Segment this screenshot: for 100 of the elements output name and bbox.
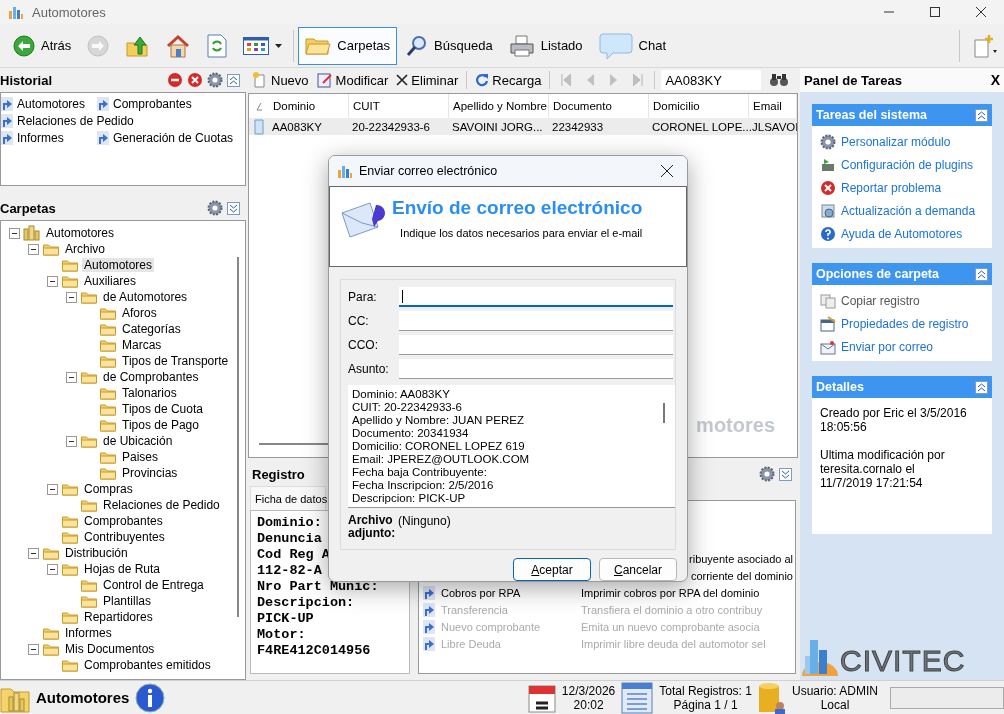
toolbar-button[interactable]: Atrás bbox=[6, 26, 79, 65]
history-link[interactable]: Informes bbox=[1, 130, 97, 146]
folder-icon bbox=[80, 370, 98, 384]
attachment-label: Archivo adjunto: bbox=[348, 514, 392, 540]
tree-item[interactable]: Auxiliares bbox=[82, 274, 139, 288]
tree-item[interactable]: Provincias bbox=[120, 466, 180, 480]
toolbar-button[interactable]: Listado bbox=[501, 26, 590, 65]
folder-icon bbox=[99, 402, 117, 416]
toolbar-button[interactable]: Modificar bbox=[314, 72, 391, 88]
dialog-button[interactable]: Cancelar bbox=[599, 558, 677, 581]
refresh-document-icon bbox=[207, 33, 228, 58]
module-name: Automotores bbox=[36, 689, 130, 706]
search-icon bbox=[406, 34, 429, 57]
status-time: 20:02 bbox=[573, 697, 604, 712]
tree-item[interactable]: Archivo bbox=[63, 242, 107, 256]
tree-item[interactable]: Repartidores bbox=[82, 610, 155, 624]
tree-item[interactable]: Talonarios bbox=[120, 386, 179, 400]
shortcut-arrow-icon bbox=[1, 114, 13, 128]
folder-icon bbox=[61, 514, 79, 528]
details-text: Ultima modificación por teresita.cornalo el 11/7/2019 17:21:54 bbox=[820, 448, 946, 490]
tree-item[interactable]: Plantillas bbox=[101, 594, 154, 608]
toolbar-button[interactable]: Búsqueda bbox=[399, 26, 500, 65]
tree-item[interactable]: Hojas de Ruta bbox=[82, 562, 163, 576]
input-field[interactable] bbox=[399, 287, 673, 307]
close-panel-button[interactable]: X bbox=[990, 72, 1000, 88]
search-field[interactable]: AA083KY bbox=[661, 70, 762, 90]
task-link[interactable]: Ayuda de Automotores bbox=[820, 226, 984, 242]
input-field[interactable] bbox=[399, 311, 673, 331]
section-title: Tareas del sistema bbox=[816, 108, 927, 122]
tree-item[interactable]: Paises bbox=[120, 450, 161, 464]
last-icon bbox=[633, 74, 644, 86]
logo-text: CIVITEC bbox=[840, 646, 966, 676]
history-link[interactable]: Comprobantes bbox=[97, 96, 237, 112]
tree-item[interactable]: Compras bbox=[82, 482, 135, 496]
folder-icon bbox=[99, 386, 117, 400]
shortcut-arrow-icon bbox=[97, 131, 109, 145]
properties-icon bbox=[820, 316, 836, 332]
tree-item[interactable]: Tipos de Pago bbox=[120, 418, 201, 432]
tree-item[interactable]: Marcas bbox=[120, 338, 164, 352]
toolbar-button[interactable]: Recarga bbox=[473, 72, 544, 88]
message-body-field[interactable]: Dominio: AA083KY CUIT: 20-22342933-6 Apellido y Nombre: JUAN PEREZ Documento: 20341934 Domicilio: CORONEL LOPEZ 619 Email: JPEREZ@OUTLOOK.COM Fecha baja Contribuyente: Fecha Inscripcion: 2/5/2016 Descripcion: PICK-UP bbox=[348, 385, 675, 508]
tree-item[interactable]: Comprobantes bbox=[82, 514, 165, 528]
task-link[interactable]: Configuración de plugins bbox=[820, 157, 984, 173]
remove-icon bbox=[167, 72, 183, 88]
collapse-toggle-icon bbox=[28, 547, 39, 559]
folder-icon bbox=[42, 642, 60, 656]
folder-icon bbox=[99, 354, 117, 368]
tree-item[interactable]: de Ubicación bbox=[101, 434, 175, 448]
folder-icon bbox=[61, 610, 79, 624]
database-user-icon bbox=[757, 681, 786, 714]
table-row[interactable]: AA083KY 20-22342933-6 SAVOINI JORG... 22342933 CORONEL LOPE...JLSAVOI bbox=[249, 118, 797, 135]
toolbar-button[interactable]: Carpetas bbox=[298, 26, 398, 65]
tree-item[interactable]: Mis Documentos bbox=[63, 642, 157, 656]
details-text: Creado por Eric el 3/5/2016 18:05:56 bbox=[820, 406, 968, 434]
tree-item[interactable]: Informes bbox=[63, 626, 114, 640]
copy-icon bbox=[820, 293, 836, 309]
tree-item[interactable]: de Automotores bbox=[101, 290, 190, 304]
error-icon bbox=[820, 180, 836, 196]
gear-icon bbox=[207, 200, 223, 216]
collapse-toggle-icon bbox=[66, 435, 77, 447]
page-indicator: Página 1 / 1 bbox=[673, 697, 738, 712]
task-link[interactable]: Actualización a demanda bbox=[820, 203, 984, 219]
task-link[interactable]: Reportar problema bbox=[820, 180, 984, 196]
mail-icon bbox=[820, 339, 836, 355]
window-title: Automotores bbox=[32, 4, 106, 20]
shortcut-arrow-icon bbox=[423, 619, 435, 634]
action-row[interactable]: Cobros por RPA Imprimir cobros por RPA del dominio bbox=[423, 584, 795, 601]
task-link[interactable]: Enviar por correo bbox=[820, 339, 984, 355]
tab[interactable]: Ficha de datos bbox=[250, 486, 326, 510]
panel-title: Registro bbox=[252, 466, 305, 482]
tree-item[interactable]: Tipos de Cuota bbox=[120, 402, 205, 416]
history-link[interactable]: Automotores bbox=[1, 96, 97, 112]
tree-item[interactable]: Aforos bbox=[120, 306, 159, 320]
input-field[interactable] bbox=[399, 359, 673, 379]
input-field[interactable] bbox=[399, 335, 673, 355]
tree-item[interactable]: Control de Entrega bbox=[101, 578, 206, 592]
tree-item[interactable]: de Comprobantes bbox=[101, 370, 201, 384]
tree-item[interactable]: Automotores bbox=[82, 258, 155, 272]
task-link[interactable]: Propiedades de registro bbox=[820, 316, 984, 332]
delete-x-icon bbox=[396, 74, 409, 86]
shortcut-arrow-icon bbox=[423, 636, 435, 651]
task-link[interactable]: Personalizar módulo bbox=[820, 134, 984, 150]
folder-icon bbox=[80, 434, 98, 448]
toolbar-button[interactable]: Chat bbox=[591, 26, 674, 65]
tree-item[interactable]: Comprobantes emitidos bbox=[82, 658, 213, 672]
info-icon bbox=[135, 682, 166, 713]
tree-item[interactable]: Contribuyentes bbox=[82, 530, 167, 544]
history-link[interactable]: Generación de Cuotas bbox=[97, 130, 237, 146]
dialog-button[interactable]: Aceptar bbox=[513, 558, 591, 581]
tree-item[interactable]: Distribución bbox=[63, 546, 130, 560]
toolbar-button[interactable]: Eliminar bbox=[394, 72, 461, 88]
history-link[interactable]: Relaciones de Pedido bbox=[1, 113, 237, 129]
plugin-icon bbox=[820, 157, 836, 173]
tree-item[interactable]: Categorías bbox=[120, 322, 183, 336]
tree-item[interactable]: Relaciones de Pedido bbox=[101, 498, 222, 512]
tree-item[interactable]: Automotores bbox=[44, 226, 117, 240]
total-records: Total Registros: 1 bbox=[659, 683, 752, 698]
toolbar-button[interactable]: Nuevo bbox=[250, 72, 311, 88]
tree-item[interactable]: Tipos de Transporte bbox=[120, 354, 231, 368]
collapse-icon bbox=[227, 73, 240, 87]
